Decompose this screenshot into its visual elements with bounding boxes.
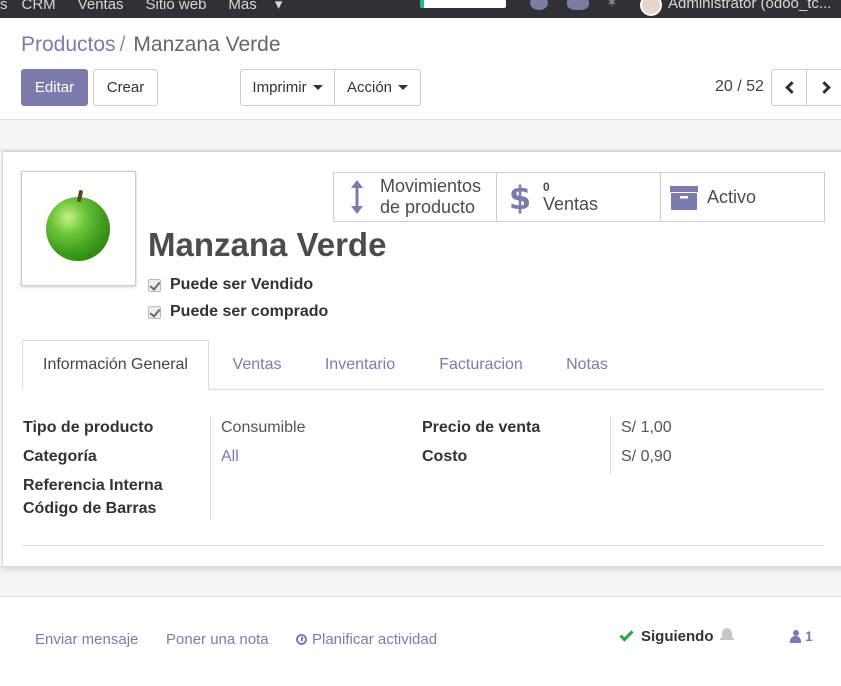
action-dropdown[interactable]: Acción	[334, 69, 421, 106]
schedule-activity-link[interactable]: Planificar actividad	[296, 631, 437, 648]
sales-count: 0	[543, 179, 550, 194]
sale-ok-label: Puede ser Vendido	[170, 276, 314, 293]
action-label: Acción	[346, 79, 393, 96]
sale-ok-checkbox[interactable]	[148, 278, 161, 292]
bell-icon[interactable]	[720, 628, 734, 642]
user-avatar[interactable]	[640, 0, 662, 16]
cost-label: Costo	[422, 448, 468, 465]
clock-icon	[296, 634, 307, 645]
breadcrumb-current: Manzana Verde	[133, 33, 281, 56]
active-label: Activo	[707, 186, 757, 207]
user-icon	[790, 629, 801, 643]
menu-item-sales[interactable]: Ventas	[78, 0, 124, 13]
menu-item-crm[interactable]: CRM	[22, 0, 56, 13]
tab-inventory[interactable]: Inventario	[312, 340, 408, 390]
edit-button[interactable]: Editar	[21, 69, 88, 106]
sales-stat: 0 Ventas	[543, 180, 598, 215]
sale-price-label: Precio de venta	[422, 419, 541, 436]
barcode-label: Código de Barras	[23, 500, 157, 517]
purchase-ok-row: Puede ser comprado	[148, 303, 328, 321]
log-note-link[interactable]: Poner una nota	[166, 631, 269, 648]
tab-sales[interactable]: Ventas	[216, 340, 298, 390]
sales-button[interactable]: $ 0 Ventas	[496, 172, 661, 222]
tab-notes[interactable]: Notas	[554, 340, 620, 390]
menu-item-more[interactable]: Más ▾	[228, 0, 282, 13]
stock-moves-label: Movimientos de producto	[380, 176, 482, 217]
activity-icon[interactable]	[567, 0, 589, 10]
followers-button[interactable]: 1	[790, 628, 813, 644]
purchase-ok-label: Puede ser comprado	[170, 303, 329, 320]
breadcrumb-separator: /	[119, 33, 126, 56]
stock-moves-button[interactable]: Movimientos de producto	[333, 172, 497, 222]
product-type-value: Consumible	[221, 419, 306, 436]
product-image[interactable]	[21, 171, 136, 286]
chevron-right-icon	[817, 81, 831, 94]
archive-icon	[670, 186, 698, 210]
caret-down-icon	[398, 85, 409, 90]
tab-general-info[interactable]: Información General	[22, 340, 209, 390]
pager-value[interactable]: 20 / 52	[715, 78, 764, 96]
print-label: Imprimir	[252, 79, 307, 96]
svg-text:$: $	[509, 179, 531, 217]
menu-item-partial[interactable]: s	[0, 0, 8, 13]
chevron-left-icon	[784, 81, 798, 94]
active-toggle-button[interactable]: Activo	[660, 172, 825, 222]
form-background-bottom	[0, 566, 841, 597]
form-background-top	[0, 119, 841, 151]
sales-label: Ventas	[543, 193, 599, 214]
schedule-activity-label: Planificar actividad	[312, 631, 438, 648]
topbar-search[interactable]	[420, 0, 506, 8]
tab-invoicing[interactable]: Facturacion	[426, 340, 536, 390]
sale-price-value: S/ 1,00	[621, 419, 672, 436]
discuss-icon[interactable]	[530, 0, 548, 10]
followers-count: 1	[805, 628, 813, 644]
sale-ok-row: Puede ser Vendido	[148, 276, 313, 294]
menu-item-website[interactable]: Sitio web	[146, 0, 207, 13]
category-label: Categoría	[23, 448, 97, 465]
main-menu: s CRM Ventas Sitio web Más ▾	[0, 0, 304, 13]
dollar-icon: $	[509, 179, 531, 217]
green-apple-image	[46, 197, 110, 261]
top-navbar: s CRM Ventas Sitio web Más ▾ ✶ Administrator…	[0, 0, 841, 18]
field-divider-left	[210, 416, 211, 520]
category-link[interactable]: All	[221, 448, 239, 466]
star-icon[interactable]: ✶	[606, 0, 618, 11]
breadcrumb: Productos / Manzana Verde	[21, 33, 281, 57]
cost-value: S/ 0,90	[621, 448, 672, 465]
check-icon	[619, 627, 634, 642]
purchase-ok-checkbox[interactable]	[148, 305, 161, 319]
caret-down-icon	[312, 85, 323, 90]
arrows-vertical-icon	[351, 180, 363, 214]
breadcrumb-products-link[interactable]: Productos	[21, 33, 116, 56]
field-divider-right	[610, 416, 611, 474]
user-menu[interactable]: Administrator (odoo_tc...	[668, 0, 831, 12]
tab-content-bottom-line	[22, 545, 824, 546]
pager-previous-button[interactable]	[771, 69, 807, 106]
create-button[interactable]: Crear	[93, 69, 158, 106]
pager-next-button[interactable]	[806, 69, 841, 106]
internal-reference-label: Referencia Interna	[23, 477, 163, 494]
print-dropdown[interactable]: Imprimir	[240, 69, 335, 106]
product-type-label: Tipo de producto	[23, 419, 154, 436]
product-name: Manzana Verde	[148, 226, 387, 263]
following-label: Siguiendo	[641, 628, 714, 645]
send-message-link[interactable]: Enviar mensaje	[35, 631, 138, 648]
following-button[interactable]: Siguiendo	[619, 627, 714, 645]
